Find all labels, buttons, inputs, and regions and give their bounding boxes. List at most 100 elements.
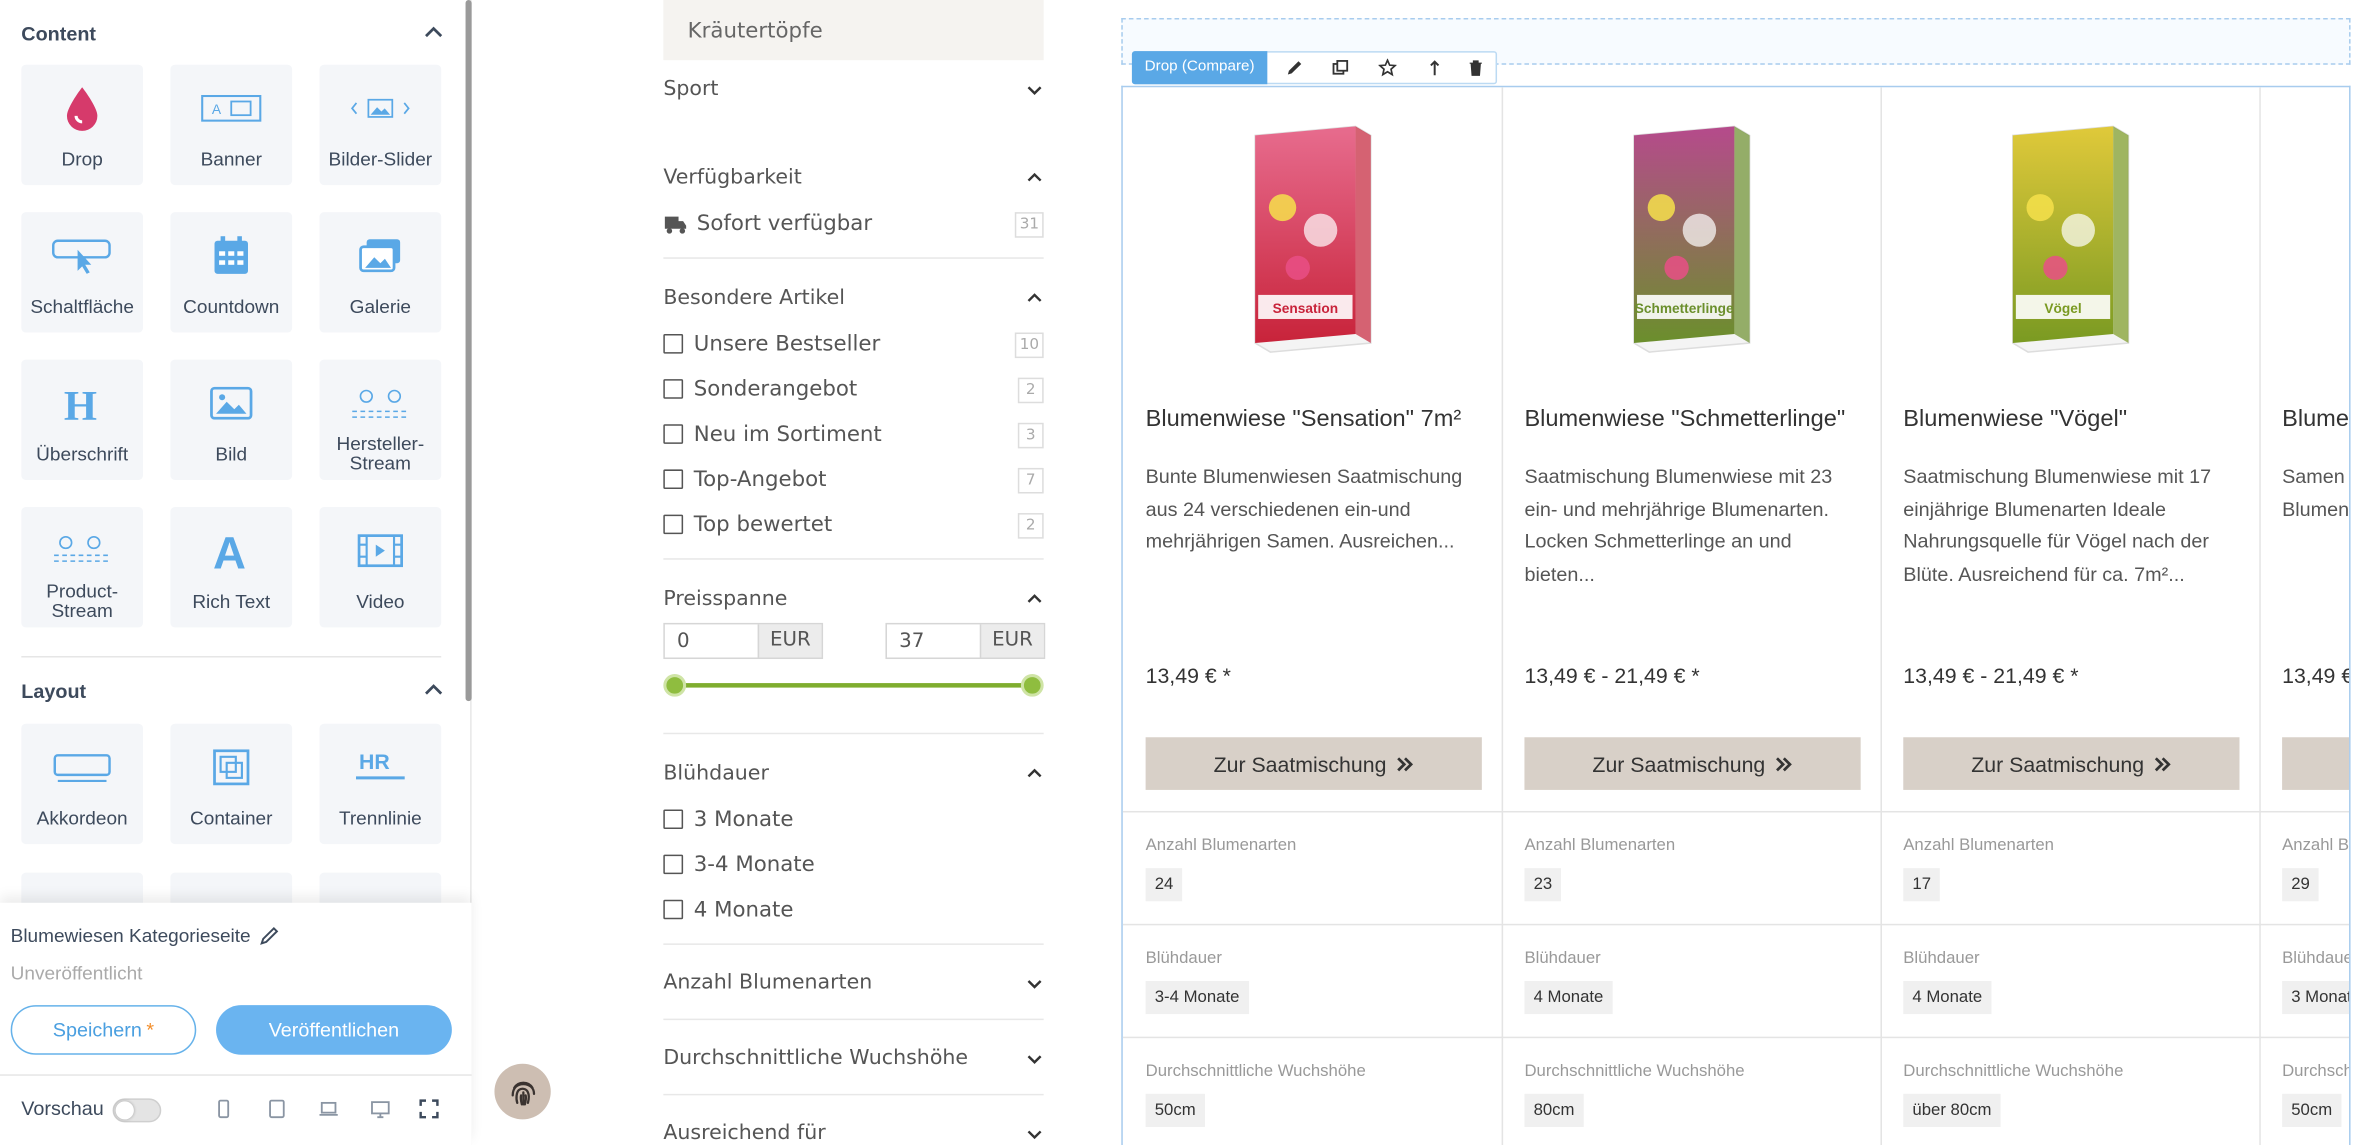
filter-sport[interactable]: Sport [663, 77, 1043, 101]
chevron-up-icon[interactable] [423, 23, 444, 44]
element-tile-bild[interactable]: Bild [170, 359, 293, 480]
product-card: Sensation Blumenwiese "Sensation" 7m² Bunt… [1122, 87, 1504, 1145]
element-tile-label: Trennlinie [338, 807, 422, 829]
price-max-input[interactable]: 37 EUR [885, 622, 1046, 660]
product-detail-button[interactable]: Zur Saatmischung [1903, 737, 2240, 790]
desktop-device-icon[interactable] [370, 1098, 391, 1119]
product-image[interactable]: Schmetterlinge [1616, 117, 1768, 358]
filter-availability-header[interactable]: Verfügbarkeit [663, 166, 1043, 190]
property-label: Blühdauer [2282, 949, 2349, 968]
tablet-device-icon[interactable] [266, 1098, 287, 1119]
chevron-down-icon [1027, 980, 1042, 989]
price-min-value: 0 [677, 630, 690, 653]
duplicate-icon[interactable] [1331, 59, 1349, 77]
pencil-icon[interactable] [1286, 59, 1304, 77]
divider [2259, 810, 2350, 813]
element-tile-countdown[interactable]: Countdown [170, 212, 293, 333]
element-tile-hersteller-stream[interactable]: Hersteller-Stream [319, 359, 442, 480]
page-name: Blumewiesen Kategorieseite [10, 925, 251, 947]
filter-collapsed-header[interactable]: Durchschnittliche Wuchshöhe [663, 1046, 1043, 1070]
element-tile-banner[interactable]: A Banner [170, 64, 293, 186]
divider [663, 943, 1044, 945]
filter-bloom-header[interactable]: Blühdauer [663, 761, 1043, 785]
laptop-device-icon[interactable] [318, 1098, 339, 1119]
filter-title: Durchschnittliche Wuchshöhe [663, 1045, 969, 1070]
fingerprint-icon[interactable] [494, 1063, 551, 1120]
property-label: Durchschnittliche Wuchshöhe [2282, 1062, 2351, 1081]
heading-icon: H [52, 378, 113, 429]
property-value: über 80cm [1903, 1093, 2001, 1127]
filter-special-header[interactable]: Besondere Artikel [663, 286, 1043, 310]
option-count: 31 [1015, 212, 1044, 238]
checkbox[interactable] [663, 809, 684, 830]
product-detail-button[interactable] [2282, 737, 2350, 790]
currency-label: EUR [979, 624, 1044, 658]
product-title[interactable]: Blumenwiese "Schmetterlinge" [1524, 406, 1874, 433]
mobile-device-icon[interactable] [213, 1098, 234, 1119]
filter-price-header[interactable]: Preisspanne [663, 587, 1043, 611]
checkbox[interactable] [663, 334, 684, 354]
page-status: Unveröffentlicht [10, 962, 143, 985]
product-title[interactable]: Blumenwiese "Mischung" [2282, 406, 2349, 433]
save-button[interactable]: Speichern * [10, 1005, 197, 1055]
checkbox[interactable] [663, 854, 684, 875]
element-tile-trennlinie[interactable]: HR Trennlinie [319, 723, 442, 845]
property-value: 3-4 Monate [1145, 980, 1249, 1015]
preview-toggle[interactable] [112, 1098, 162, 1123]
chevron-up-icon[interactable] [423, 680, 444, 701]
element-tile-bilder-slider[interactable]: Bilder-Slider [319, 64, 442, 186]
filter-collapsed-header[interactable]: Ausreichend für [663, 1121, 1043, 1145]
filter-title: Ausreichend für [663, 1120, 826, 1145]
category-item[interactable]: Kräutertöpfe [663, 0, 1044, 61]
move-up-icon[interactable] [1426, 59, 1444, 77]
element-tile-rich-text[interactable]: A Rich Text [170, 507, 293, 628]
price-slider-max-handle[interactable] [1020, 674, 1044, 697]
element-tile-label: Bild [215, 443, 248, 465]
product-card: Blumenwiese "Mischung" Samen mehrjährige … [2259, 87, 2350, 1145]
element-tag[interactable]: Drop (Compare) [1131, 51, 1268, 85]
element-tile-akkordeon[interactable]: Akkordeon [21, 723, 144, 845]
image-slider-icon [350, 83, 411, 134]
sidebar-scrollbar[interactable] [465, 0, 472, 702]
svg-text:A: A [213, 530, 246, 572]
filter-collapsed-header[interactable]: Anzahl Blumenarten [663, 970, 1043, 995]
product-title[interactable]: Blumenwiese "Sensation" 7m² [1146, 406, 1496, 433]
element-tile-schaltfl-che[interactable]: Schaltfläche [21, 212, 144, 333]
option-label: Unsere Bestseller [693, 332, 881, 357]
divider [663, 257, 1044, 259]
fullscreen-icon[interactable] [418, 1098, 439, 1119]
publish-button[interactable]: Veröffentlichen [216, 1005, 452, 1055]
divider [1501, 810, 1882, 813]
checkbox[interactable] [663, 514, 684, 535]
element-tile-container[interactable]: Container [170, 723, 293, 845]
element-tile-product-stream[interactable]: Product-Stream [21, 507, 144, 628]
package-label: Sensation [1273, 301, 1338, 316]
element-tile-drop[interactable]: Drop [21, 64, 144, 186]
element-tile-label: Galerie [349, 295, 411, 317]
product-detail-button[interactable]: Zur Saatmischung [1145, 737, 1482, 790]
filter-title: Blühdauer [663, 761, 769, 786]
trash-icon[interactable] [1467, 59, 1485, 77]
button-label: Zur Saatmischung [1971, 751, 2145, 776]
double-chevron-right-icon [1776, 756, 1793, 771]
price-slider-min-handle[interactable] [663, 674, 687, 697]
product-image[interactable]: Sensation [1237, 117, 1389, 358]
star-icon[interactable] [1378, 58, 1397, 77]
pencil-icon[interactable] [259, 925, 280, 946]
product-title[interactable]: Blumenwiese "Vögel" [1903, 406, 2253, 433]
product-detail-button[interactable]: Zur Saatmischung [1524, 737, 1861, 790]
element-tile-label: Product-Stream [46, 580, 119, 622]
element-tile--berschrift[interactable]: H Überschrift [21, 359, 144, 480]
checkbox[interactable] [663, 379, 684, 399]
element-tile-video[interactable]: Video [319, 507, 442, 628]
svg-text:A: A [212, 102, 222, 117]
price-min-input[interactable]: 0 EUR [663, 622, 824, 660]
product-image[interactable]: Vögel [1995, 117, 2147, 358]
checkbox[interactable] [663, 424, 684, 444]
checkbox[interactable] [663, 469, 684, 489]
price-slider-track[interactable] [675, 683, 1034, 688]
element-tile-galerie[interactable]: Galerie [319, 212, 442, 333]
option-count: 7 [1017, 467, 1044, 494]
filter-title: Preisspanne [663, 586, 788, 611]
checkbox[interactable] [663, 899, 684, 920]
